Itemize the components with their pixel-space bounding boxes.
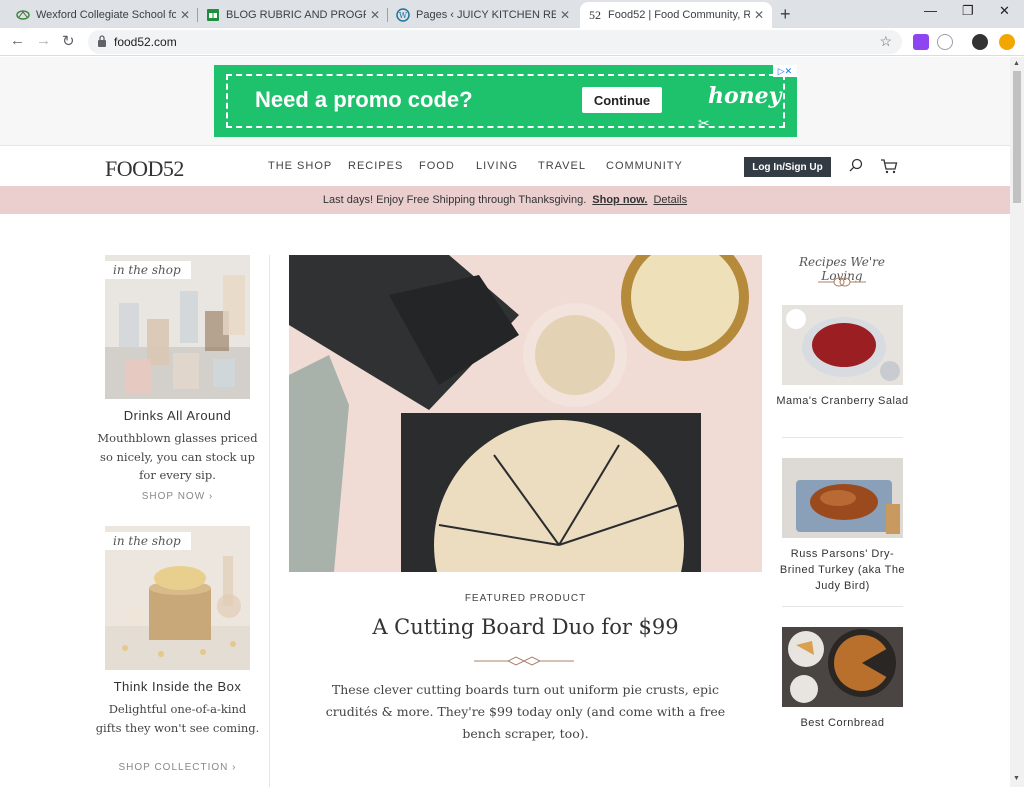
browser-tab-active[interactable]: 52 Food52 | Food Community, Recip ✕: [580, 2, 772, 28]
forward-arrow-icon[interactable]: →: [36, 32, 51, 49]
shop-now-link[interactable]: Shop now.: [592, 194, 647, 206]
address-bar[interactable]: food52.com ☆: [88, 30, 902, 54]
close-tab-icon[interactable]: ✕: [560, 8, 570, 22]
flourish-divider: [474, 656, 574, 666]
scissors-icon: ✂: [698, 115, 710, 131]
nav-community[interactable]: COMMUNITY: [606, 160, 683, 172]
search-icon[interactable]: [848, 158, 864, 174]
recipe-title[interactable]: Russ Parsons' Dry-Brined Turkey (aka The…: [776, 546, 909, 594]
scroll-up-arrow-icon[interactable]: ▲: [1013, 60, 1020, 67]
extension-icon[interactable]: [913, 34, 929, 50]
turkey-image[interactable]: [782, 458, 903, 538]
food52-logo[interactable]: FOOD52: [105, 156, 184, 182]
login-signup-button[interactable]: Log In/Sign Up: [744, 157, 831, 177]
ad-continue-button[interactable]: Continue: [582, 87, 662, 113]
svg-text:W: W: [399, 11, 408, 20]
lock-icon: [98, 35, 106, 47]
shop-collection-link[interactable]: SHOP COLLECTION ›: [95, 762, 260, 773]
honey-logo: honey: [708, 83, 782, 109]
nav-recipes[interactable]: RECIPES: [348, 160, 403, 172]
school-icon: [16, 8, 30, 22]
in-the-shop-tag: in the shop: [105, 532, 191, 550]
site-header: FOOD52 THE SHOP RECIPES FOOD LIVING TRAV…: [0, 145, 1010, 186]
card-title[interactable]: Think Inside the Box: [95, 679, 260, 694]
in-the-shop-tag: in the shop: [105, 261, 191, 279]
url-text: food52.com: [114, 35, 177, 49]
details-link[interactable]: Details: [653, 194, 687, 206]
profile-avatar[interactable]: [972, 34, 988, 50]
tab-title: Wexford Collegiate School for the: [36, 9, 176, 21]
promo-bar: Last days! Enjoy Free Shipping through T…: [0, 186, 1010, 214]
browser-tab[interactable]: Wexford Collegiate School for the ✕: [8, 2, 198, 28]
web-page: Need a promo code? Continue honey ✂ ▷✕ F…: [0, 57, 1010, 787]
shop-card: in the shop Drinks All Around Mouthblown…: [97, 255, 258, 515]
recipe-title[interactable]: Best Cornbread: [776, 715, 909, 731]
scroll-down-arrow-icon[interactable]: ▼: [1013, 775, 1020, 782]
adchoices-icon[interactable]: ▷✕: [773, 65, 797, 77]
minimize-button[interactable]: —: [924, 3, 937, 18]
nav-travel[interactable]: TRAVEL: [538, 160, 586, 172]
cutting-board-hero-image[interactable]: [289, 255, 762, 572]
tab-title: Food52 | Food Community, Recip: [608, 9, 750, 21]
cornbread-image[interactable]: [782, 627, 903, 707]
sheets-icon: [206, 8, 220, 22]
honey-ad[interactable]: Need a promo code? Continue honey ✂ ▷✕: [214, 65, 797, 137]
update-alert-icon[interactable]: [999, 34, 1015, 50]
promo-text: Last days! Enjoy Free Shipping through T…: [322, 194, 587, 206]
close-tab-icon[interactable]: ✕: [754, 8, 764, 22]
tab-strip: Wexford Collegiate School for the ✕ BLOG…: [0, 0, 1024, 28]
page-scrollbar[interactable]: ▲ ▼: [1010, 57, 1024, 787]
bookmark-star-icon[interactable]: ☆: [879, 33, 892, 50]
flourish-divider: [818, 277, 866, 287]
restore-button[interactable]: ❐: [962, 3, 974, 19]
extension-icon[interactable]: [937, 34, 953, 50]
browser-tab[interactable]: BLOG RUBRIC AND PROGRESS M ✕: [198, 2, 388, 28]
food52-icon: 52: [589, 7, 601, 22]
featured-product-kicker: FEATURED PRODUCT: [464, 593, 587, 604]
close-tab-icon[interactable]: ✕: [370, 8, 380, 22]
feature-description: These clever cutting boards turn out uni…: [325, 682, 726, 741]
cart-icon[interactable]: [880, 158, 898, 174]
ad-headline: Need a promo code?: [255, 87, 473, 112]
shop-now-link[interactable]: SHOP NOW ›: [95, 491, 260, 502]
browser-toolbar: ← → ↻ food52.com ☆: [0, 28, 1024, 56]
browser-tab[interactable]: W Pages ‹ JUICY KITCHEN RECIPES ✕: [388, 2, 578, 28]
tab-title: Pages ‹ JUICY KITCHEN RECIPES: [416, 9, 556, 21]
reload-icon[interactable]: ↻: [62, 32, 75, 50]
nav-living[interactable]: LIVING: [476, 160, 518, 172]
close-window-button[interactable]: ✕: [999, 3, 1010, 19]
shop-card: in the shop Think Inside the Box Delight…: [96, 526, 259, 786]
card-title[interactable]: Drinks All Around: [95, 408, 260, 423]
new-tab-button[interactable]: +: [780, 4, 791, 25]
card-description: Delightful one-of-a-kind gifts they won'…: [95, 702, 260, 735]
back-arrow-icon[interactable]: ←: [10, 32, 25, 49]
wordpress-icon: W: [396, 8, 410, 22]
card-description: Mouthblown glasses priced so nicely, you…: [97, 431, 258, 482]
ad-banner-area: Need a promo code? Continue honey ✂ ▷✕: [0, 57, 1010, 145]
recipe-title[interactable]: Mama's Cranberry Salad: [776, 393, 909, 409]
nav-the-shop[interactable]: THE SHOP: [268, 160, 332, 172]
cranberry-salad-image[interactable]: [782, 305, 903, 385]
close-tab-icon[interactable]: ✕: [180, 8, 190, 22]
scrollbar-thumb[interactable]: [1013, 71, 1021, 203]
tab-title: BLOG RUBRIC AND PROGRESS M: [226, 9, 366, 21]
feature-headline[interactable]: A Cutting Board Duo for $99: [289, 615, 762, 639]
nav-food[interactable]: FOOD: [419, 160, 455, 172]
